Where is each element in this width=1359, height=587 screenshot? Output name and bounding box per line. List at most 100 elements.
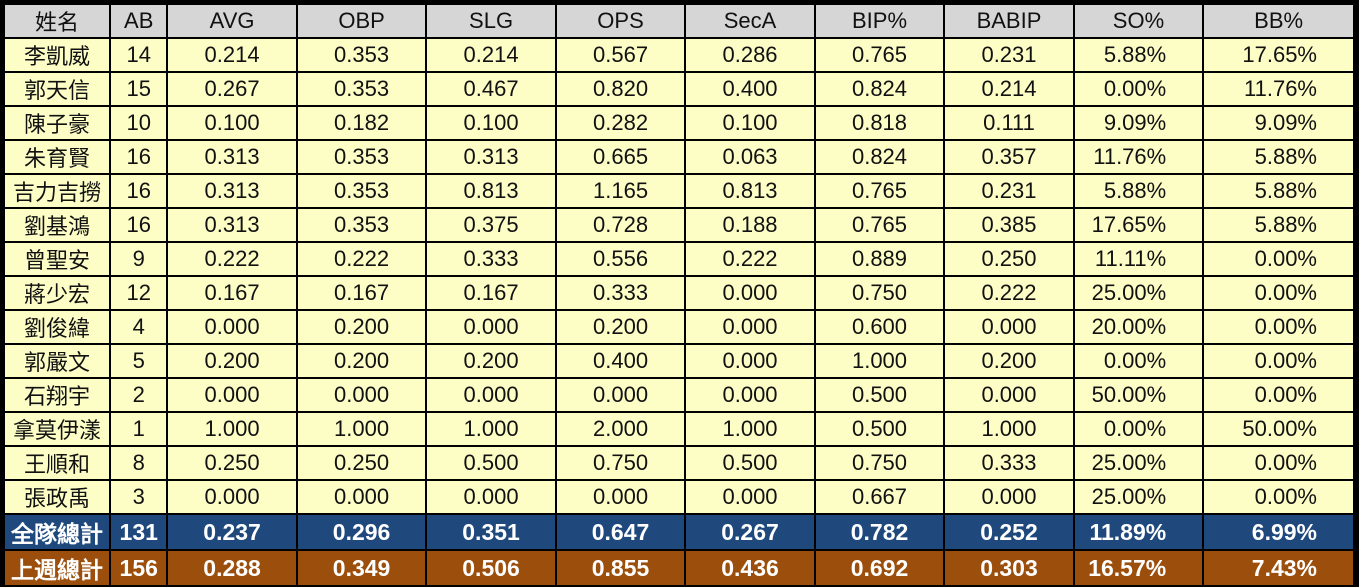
- cell-so-pct: 50.00%: [1074, 379, 1203, 411]
- cell-babip: 0.000: [945, 379, 1073, 411]
- cell-babip: 0.222: [945, 277, 1073, 309]
- cell-ops: 0.000: [556, 481, 685, 513]
- cell-so-pct: 25.00%: [1074, 481, 1203, 513]
- total-cell-name: 全隊總計: [5, 515, 110, 549]
- cell-ab: 10: [111, 107, 167, 139]
- cell-avg: 0.313: [168, 209, 296, 241]
- cell-babip: 0.000: [945, 481, 1073, 513]
- cell-seca: 0.188: [686, 209, 814, 241]
- cell-so-pct: 11.11%: [1074, 243, 1203, 275]
- cell-bip-pct: 0.824: [815, 141, 944, 173]
- cell-bb-pct: 0.00%: [1204, 447, 1353, 479]
- cell-seca: 0.100: [686, 107, 814, 139]
- cell-ab: 4: [111, 311, 167, 343]
- cell-avg: 0.250: [168, 447, 296, 479]
- cell-babip: 0.231: [945, 175, 1073, 207]
- cell-slg: 0.813: [427, 175, 555, 207]
- cell-ab: 16: [111, 141, 167, 173]
- cell-name: 李凱威: [5, 39, 110, 71]
- cell-slg: 0.000: [427, 311, 555, 343]
- cell-ab: 2: [111, 379, 167, 411]
- cell-bb-pct: 0.00%: [1204, 379, 1353, 411]
- cell-bip-pct: 1.000: [815, 345, 944, 377]
- cell-ab: 8: [111, 447, 167, 479]
- cell-slg: 0.375: [427, 209, 555, 241]
- cell-seca: 0.063: [686, 141, 814, 173]
- column-header-seca: SecA: [686, 5, 814, 37]
- cell-obp: 0.000: [297, 379, 426, 411]
- cell-bip-pct: 0.824: [815, 73, 944, 105]
- cell-avg: 0.267: [168, 73, 296, 105]
- cell-slg: 1.000: [427, 413, 555, 445]
- cell-obp: 0.000: [297, 481, 426, 513]
- cell-so-pct: 5.88%: [1074, 39, 1203, 71]
- cell-bb-pct: 0.00%: [1204, 243, 1353, 275]
- cell-so-pct: 9.09%: [1074, 107, 1203, 139]
- cell-seca: 1.000: [686, 413, 814, 445]
- cell-so-pct: 11.76%: [1074, 141, 1203, 173]
- cell-name: 郭天信: [5, 73, 110, 105]
- cell-bip-pct: 0.667: [815, 481, 944, 513]
- total-cell-slg: 0.506: [427, 551, 555, 585]
- cell-avg: 0.167: [168, 277, 296, 309]
- column-header-bb-pct: BB%: [1204, 5, 1353, 37]
- cell-slg: 0.167: [427, 277, 555, 309]
- total-cell-ab: 156: [111, 551, 167, 585]
- cell-ops: 2.000: [556, 413, 685, 445]
- cell-so-pct: 25.00%: [1074, 277, 1203, 309]
- total-cell-ops: 0.647: [556, 515, 685, 549]
- cell-slg: 0.214: [427, 39, 555, 71]
- cell-avg: 0.000: [168, 311, 296, 343]
- cell-bb-pct: 9.09%: [1204, 107, 1353, 139]
- total-cell-bb-pct: 6.99%: [1204, 515, 1353, 549]
- cell-babip: 0.200: [945, 345, 1073, 377]
- cell-babip: 0.333: [945, 447, 1073, 479]
- last-week-total-row: 上週總計 156 0.288 0.349 0.506 0.855 0.436 0.692 0.3…: [5, 551, 1353, 585]
- cell-avg: 0.100: [168, 107, 296, 139]
- cell-ab: 16: [111, 175, 167, 207]
- cell-ops: 0.200: [556, 311, 685, 343]
- cell-slg: 0.500: [427, 447, 555, 479]
- cell-name: 吉力吉撈: [5, 175, 110, 207]
- cell-ops: 0.556: [556, 243, 685, 275]
- cell-so-pct: 0.00%: [1074, 73, 1203, 105]
- column-header-obp: OBP: [297, 5, 426, 37]
- player-row: 朱育賢 16 0.313 0.353 0.313 0.665 0.063 0.824 0.357…: [5, 141, 1353, 173]
- cell-bip-pct: 0.500: [815, 379, 944, 411]
- cell-avg: 1.000: [168, 413, 296, 445]
- cell-bb-pct: 0.00%: [1204, 345, 1353, 377]
- cell-ops: 1.165: [556, 175, 685, 207]
- cell-obp: 0.353: [297, 141, 426, 173]
- cell-avg: 0.214: [168, 39, 296, 71]
- cell-obp: 0.353: [297, 73, 426, 105]
- total-cell-babip: 0.303: [945, 551, 1073, 585]
- total-cell-so-pct: 16.57%: [1074, 551, 1203, 585]
- cell-name: 拿莫伊漾: [5, 413, 110, 445]
- cell-ops: 0.333: [556, 277, 685, 309]
- cell-ab: 3: [111, 481, 167, 513]
- cell-name: 蔣少宏: [5, 277, 110, 309]
- cell-bb-pct: 50.00%: [1204, 413, 1353, 445]
- cell-bip-pct: 0.750: [815, 277, 944, 309]
- cell-slg: 0.467: [427, 73, 555, 105]
- cell-babip: 0.214: [945, 73, 1073, 105]
- cell-ab: 15: [111, 73, 167, 105]
- cell-ab: 14: [111, 39, 167, 71]
- cell-bb-pct: 11.76%: [1204, 73, 1353, 105]
- cell-name: 王順和: [5, 447, 110, 479]
- total-cell-seca: 0.436: [686, 551, 814, 585]
- cell-bb-pct: 5.88%: [1204, 141, 1353, 173]
- total-cell-bb-pct: 7.43%: [1204, 551, 1353, 585]
- cell-babip: 0.111: [945, 107, 1073, 139]
- cell-obp: 0.250: [297, 447, 426, 479]
- cell-seca: 0.000: [686, 379, 814, 411]
- cell-obp: 0.200: [297, 311, 426, 343]
- cell-obp: 1.000: [297, 413, 426, 445]
- player-row: 曾聖安 9 0.222 0.222 0.333 0.556 0.222 0.889 0.250 1…: [5, 243, 1353, 275]
- cell-slg: 0.313: [427, 141, 555, 173]
- total-cell-babip: 0.252: [945, 515, 1073, 549]
- cell-ops: 0.282: [556, 107, 685, 139]
- cell-babip: 0.385: [945, 209, 1073, 241]
- cell-ops: 0.665: [556, 141, 685, 173]
- cell-obp: 0.222: [297, 243, 426, 275]
